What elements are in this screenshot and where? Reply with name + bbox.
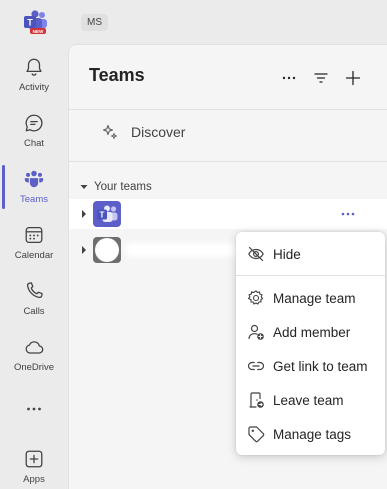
more-options-button[interactable]: [277, 67, 301, 89]
svg-text:T: T: [27, 18, 33, 28]
teams-app-logo: T NEW: [22, 10, 48, 34]
rail-item-activity[interactable]: Activity: [0, 54, 68, 106]
rail-label-onedrive: OneDrive: [13, 362, 55, 373]
team-row[interactable]: T: [69, 199, 387, 229]
chat-icon: [25, 114, 43, 132]
menu-item-add-member[interactable]: Add member: [236, 317, 385, 347]
calendar-icon: [25, 227, 43, 243]
more-horizontal-icon: [27, 407, 41, 411]
sparkle-icon: [102, 124, 117, 139]
title-bar: T NEW MS: [0, 0, 387, 44]
rail-item-teams[interactable]: Teams: [0, 166, 68, 218]
filter-button[interactable]: [309, 67, 333, 89]
rail-label-calls: Calls: [23, 306, 45, 317]
teams-icon: [24, 170, 44, 188]
rail-item-apps[interactable]: Apps: [0, 446, 68, 489]
new-team-button[interactable]: [341, 67, 365, 89]
leave-door-icon: [249, 392, 264, 408]
redacted-team-name: [125, 243, 241, 257]
link-icon: [247, 361, 265, 371]
menu-label-hide: Hide: [273, 246, 301, 262]
header-divider: [69, 109, 387, 110]
discover-button[interactable]: Discover: [101, 123, 185, 141]
rail-item-chat[interactable]: Chat: [0, 110, 68, 162]
teams-logo-avatar-icon: T: [97, 205, 118, 222]
app-rail: Activity Chat Teams Calendar Calls OneDr…: [0, 44, 68, 489]
eye-off-icon: [248, 246, 264, 262]
rail-label-teams: Teams: [20, 194, 48, 205]
filter-icon: [314, 73, 328, 83]
chevron-right-icon: [82, 246, 86, 254]
rail-item-calls[interactable]: Calls: [0, 278, 68, 330]
menu-item-get-link[interactable]: Get link to team: [236, 351, 385, 381]
team-avatar: [93, 237, 121, 263]
rail-item-more[interactable]: [0, 396, 68, 448]
menu-label-manage-tags: Manage tags: [273, 426, 352, 442]
account-badge[interactable]: MS: [81, 14, 108, 31]
menu-item-leave-team[interactable]: Leave team: [236, 385, 385, 415]
rail-item-calendar[interactable]: Calendar: [0, 222, 68, 274]
menu-label-get-link: Get link to team: [273, 358, 368, 374]
menu-item-manage-tags[interactable]: Manage tags: [236, 419, 385, 449]
menu-divider: [236, 275, 385, 276]
redacted-team-name: [125, 207, 279, 221]
team-more-options-button[interactable]: [337, 204, 359, 224]
svg-text:T: T: [100, 211, 105, 220]
plus-icon: [345, 70, 361, 86]
discover-divider: [69, 161, 387, 162]
more-options-icon: [341, 212, 355, 216]
rail-item-onedrive[interactable]: OneDrive: [0, 334, 68, 386]
settings-gear-icon: [247, 290, 264, 305]
menu-label-add-member: Add member: [273, 324, 351, 340]
menu-label-manage-team: Manage team: [273, 290, 356, 306]
add-apps-icon: [25, 450, 43, 468]
discover-label: Discover: [131, 124, 186, 140]
rail-label-calendar: Calendar: [14, 250, 54, 261]
new-badge-text: NEW: [33, 29, 44, 34]
placeholder-avatar-icon: [95, 238, 119, 262]
tag-icon: [248, 426, 265, 443]
your-teams-header[interactable]: Your teams: [79, 181, 152, 193]
more-options-icon: [282, 76, 296, 80]
phone-icon: [26, 282, 43, 299]
person-add-icon: [248, 324, 264, 340]
team-context-menu: Hide Manage team Add member Get link to …: [236, 232, 385, 455]
rail-label-activity: Activity: [18, 82, 50, 93]
cloud-icon: [25, 341, 44, 354]
chevron-right-icon: [82, 210, 86, 218]
bell-icon: [26, 58, 42, 76]
chevron-down-icon: [80, 185, 88, 189]
page-title: Teams: [89, 65, 145, 85]
menu-label-leave-team: Leave team: [273, 392, 344, 408]
team-avatar: T: [93, 201, 121, 227]
your-teams-label: Your teams: [94, 181, 152, 193]
rail-label-apps: Apps: [23, 474, 45, 485]
menu-item-hide[interactable]: Hide: [236, 239, 385, 269]
rail-label-chat: Chat: [23, 138, 45, 149]
menu-item-manage-team[interactable]: Manage team: [236, 283, 385, 313]
